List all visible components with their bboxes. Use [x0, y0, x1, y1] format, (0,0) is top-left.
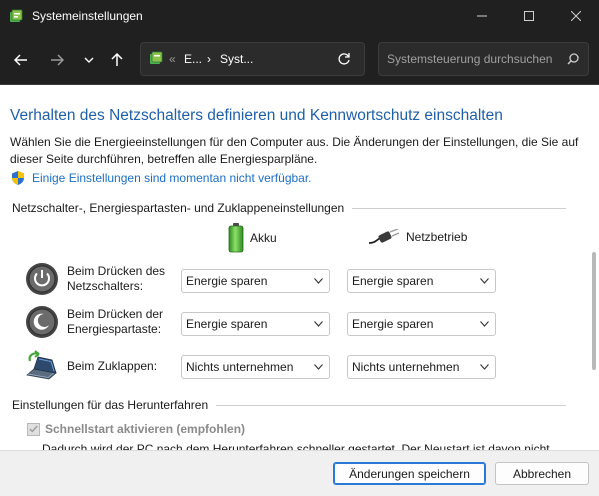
back-button[interactable]	[8, 48, 34, 72]
chevron-down-icon	[314, 364, 323, 370]
search-input[interactable]	[387, 51, 557, 67]
select-value: Nichts unternehmen	[186, 360, 294, 374]
battery-icon	[228, 223, 244, 253]
minimize-icon	[477, 15, 487, 17]
chevron-down-icon	[84, 57, 94, 63]
plug-icon	[368, 229, 400, 244]
lid-close-battery-select[interactable]: Nichts unternehmen	[181, 355, 330, 379]
maximize-icon	[524, 11, 534, 21]
sleep-button-icon	[26, 306, 58, 338]
power-button-icon	[26, 263, 58, 295]
navigation-bar: « E... › Syst...	[0, 34, 599, 85]
chevron-down-icon	[480, 364, 489, 370]
select-value: Energie sparen	[186, 274, 268, 288]
scrollbar-thumb[interactable]	[592, 252, 596, 370]
search-box	[378, 42, 589, 76]
fast-startup-row: Schnellstart aktivieren (empfohlen)	[27, 422, 245, 436]
forward-button[interactable]	[44, 48, 70, 72]
fast-startup-description: Dadurch wird der PC nach dem Herunterfah…	[42, 442, 550, 450]
maximize-button[interactable]	[506, 0, 552, 32]
close-button[interactable]	[553, 0, 599, 32]
section-title: Netzschalter-, Energiespartasten- und Zu…	[12, 201, 345, 215]
arrow-up-icon	[111, 53, 123, 66]
chevron-down-icon	[480, 278, 489, 284]
select-value: Nichts unternehmen	[352, 360, 460, 374]
arrow-right-icon	[51, 54, 64, 66]
select-value: Energie sparen	[352, 317, 434, 331]
section-divider	[352, 207, 566, 209]
checkmark-icon	[29, 425, 38, 433]
buttons-section-header: Netzschalter-, Energiespartasten- und Zu…	[12, 201, 566, 215]
recent-locations-button[interactable]	[76, 48, 102, 72]
address-bar[interactable]: « E... › Syst...	[140, 42, 365, 76]
select-value: Energie sparen	[186, 317, 268, 331]
search-icon[interactable]	[567, 53, 579, 65]
up-button[interactable]	[104, 48, 130, 72]
power-button-label: Beim Drücken des Netzschalters:	[67, 264, 166, 293]
battery-column-header: Akku	[228, 223, 277, 253]
battery-column-label: Akku	[250, 231, 277, 245]
select-value: Energie sparen	[352, 274, 434, 288]
save-button[interactable]: Änderungen speichern	[333, 462, 486, 485]
title-bar: Systemeinstellungen	[0, 0, 599, 34]
breadcrumb-separator: ›	[207, 52, 211, 66]
chevron-down-icon	[480, 321, 489, 327]
control-panel-icon	[150, 51, 163, 64]
lid-close-ac-select[interactable]: Nichts unternehmen	[347, 355, 496, 379]
chevron-down-icon	[314, 278, 323, 284]
sleep-button-battery-select[interactable]: Energie sparen	[181, 312, 330, 336]
minimize-button[interactable]	[459, 0, 505, 32]
power-button-battery-select[interactable]: Energie sparen	[181, 269, 330, 293]
section-title: Einstellungen für das Herunterfahren	[12, 398, 209, 412]
lid-close-label: Beim Zuklappen:	[67, 359, 158, 373]
power-column-header: Netzbetrieb	[368, 229, 467, 245]
unavailable-settings-row: Einige Einstellungen sind momentan nicht…	[10, 170, 312, 186]
section-divider	[216, 404, 566, 406]
page-title: Verhalten des Netzschalters definieren u…	[10, 107, 503, 124]
button-bar: Änderungen speichern Abbrechen	[0, 450, 599, 496]
power-button-ac-select[interactable]: Energie sparen	[347, 269, 496, 293]
shield-icon	[12, 171, 24, 185]
cancel-button[interactable]: Abbrechen	[495, 462, 589, 485]
page-description: Wählen Sie die Energieeinstellungen für …	[10, 135, 579, 166]
breadcrumb-item[interactable]: E...	[184, 52, 202, 66]
chevron-down-icon	[314, 321, 323, 327]
close-icon	[571, 11, 581, 21]
breadcrumb-overflow[interactable]: «	[169, 52, 176, 66]
shutdown-section-header: Einstellungen für das Herunterfahren	[12, 398, 566, 412]
unavailable-settings-link[interactable]: Einige Einstellungen sind momentan nicht…	[32, 171, 312, 185]
fast-startup-checkbox[interactable]	[27, 422, 40, 436]
breadcrumb-item[interactable]: Syst...	[220, 52, 253, 66]
sleep-button-ac-select[interactable]: Energie sparen	[347, 312, 496, 336]
window-title: Systemeinstellungen	[32, 9, 143, 23]
refresh-icon	[338, 53, 350, 65]
refresh-button[interactable]	[337, 52, 353, 68]
sleep-button-label: Beim Drücken der Energiespartaste:	[67, 307, 164, 336]
fast-startup-label: Schnellstart aktivieren (empfohlen)	[45, 422, 246, 436]
arrow-left-icon	[14, 54, 27, 66]
power-column-label: Netzbetrieb	[406, 230, 468, 244]
control-panel-icon	[10, 9, 23, 22]
content-area: Verhalten des Netzschalters definieren u…	[0, 85, 599, 450]
laptop-lid-icon	[26, 350, 57, 380]
